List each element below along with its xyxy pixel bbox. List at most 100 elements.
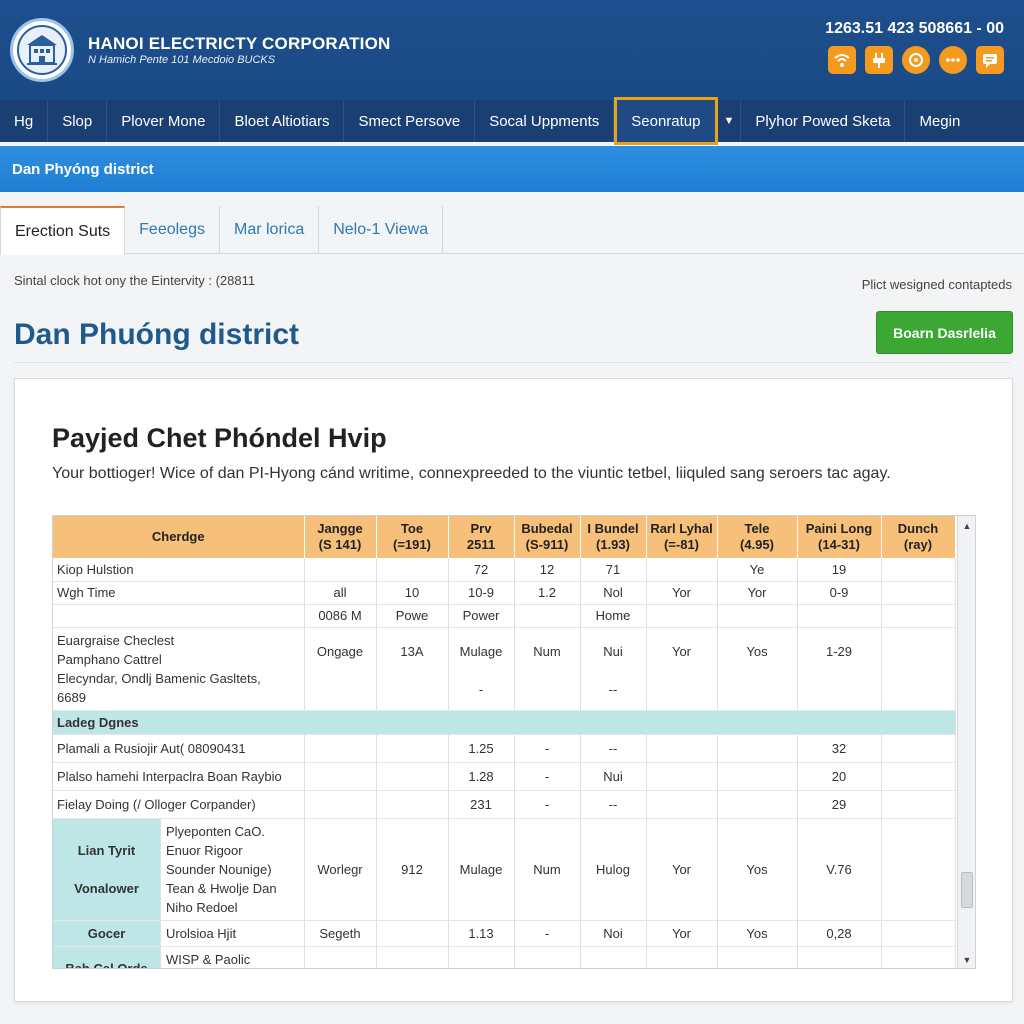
nav-item-plyhor-powed-sketa[interactable]: Plyhor Powed Sketa: [741, 100, 906, 142]
table-cell: 29: [797, 790, 882, 819]
data-table: Cherdge Jangge (S 141) Toe (=191) Prv 2511 B…: [53, 516, 956, 968]
table-cell: Segeth: [304, 920, 377, 947]
table-cell: Noi: [580, 920, 647, 947]
table-row[interactable]: Plalso hamehi Interpaclra Boan Raybio 1.2…: [53, 762, 956, 791]
table-cell: 1.28: [448, 762, 515, 791]
nav-item-seonratup[interactable]: Seonratup: [614, 97, 718, 145]
table-cell: 1.25: [448, 734, 515, 763]
table-cell: --: [580, 790, 647, 819]
data-table-container[interactable]: Cherdge Jangge (S 141) Toe (=191) Prv 2511 B…: [52, 515, 976, 969]
table-cell: Home: [580, 604, 647, 628]
tab-erection-suts[interactable]: Erection Suts: [0, 206, 126, 255]
table-cell: Bah Cal Orde WISP & Paolic Orapoementj: [53, 946, 305, 968]
table-cell: 231: [448, 790, 515, 819]
table-cell: 13A: [376, 627, 449, 711]
primary-action-button[interactable]: Boarn Dasrlelia: [876, 311, 1013, 354]
table-cell: [304, 762, 377, 791]
table-cell: 71: [580, 558, 647, 582]
table-cell: [881, 558, 956, 582]
nav-item-bloet[interactable]: Bloet Altiotiars: [220, 100, 345, 142]
tab-feeolegs[interactable]: Feeolegs: [125, 206, 220, 253]
content-card: Payjed Chet Phóndel Hvip Your bottioger!…: [14, 378, 1013, 1002]
table-cell: Yos: [717, 818, 798, 921]
table-cell: 32: [797, 734, 882, 763]
column-header: Bubedal (S-911): [514, 516, 581, 558]
wifi-icon[interactable]: [828, 46, 856, 74]
row-label: Plyeponten CaO. Enuor Rigoor Sounder Nou…: [166, 823, 277, 915]
table-cell: [881, 604, 956, 628]
card-description: Your bottioger! Wice of dan PI-Hyong cán…: [52, 465, 891, 482]
table-cell: Mulage -: [448, 627, 515, 711]
corporation-logo[interactable]: [10, 18, 74, 82]
nav-item-hg[interactable]: Hg: [0, 100, 49, 142]
tab-mar-lorica[interactable]: Mar lorica: [220, 206, 320, 253]
nav-item-megin[interactable]: Megin: [905, 100, 974, 142]
table-cell: -: [514, 734, 581, 763]
nav-item-plover-mone[interactable]: Plover Mone: [107, 100, 221, 142]
table-cell: Yor: [646, 627, 718, 711]
tab-nelo-viewa[interactable]: Nelo-1 Viewa: [319, 206, 444, 253]
table-cell: Gocer Urolsioa Hjit: [53, 920, 305, 947]
table-cell: [881, 734, 956, 763]
divider: [14, 362, 1010, 363]
table-cell: [646, 762, 718, 791]
table-cell: Euargraise Checlest Pamphano Cattrel Ele…: [53, 627, 305, 711]
column-header: Jangge (S 141): [304, 516, 377, 558]
table-cell: [881, 946, 956, 968]
table-row[interactable]: Wgh Time all 10 10-9 1.2 Nol Yor Yor 0-9: [53, 581, 956, 605]
table-row[interactable]: Lian Tyrit Vonalower Plyeponten CaO. Enuo…: [53, 818, 956, 921]
status-right: Plict wesigned contapteds: [861, 277, 1012, 292]
chat-icon[interactable]: [902, 46, 930, 74]
chevron-down-icon[interactable]: ▼: [718, 100, 742, 142]
scroll-up-icon[interactable]: ▲: [958, 518, 975, 534]
table-cell: all: [304, 581, 377, 605]
table-row[interactable]: Fielay Doing (/ Olloger Corpander) 231- --…: [53, 790, 956, 819]
group-label: Lian Tyrit Vonalower: [53, 818, 161, 920]
nav-item-smect-persove[interactable]: Smect Persove: [344, 100, 476, 142]
table-row[interactable]: Euargraise Checlest Pamphano Cattrel Ele…: [53, 627, 956, 711]
table-cell: -: [514, 790, 581, 819]
scroll-thumb[interactable]: [961, 872, 973, 908]
table-scrollbar[interactable]: ▲ ▼: [957, 516, 975, 968]
column-header: I Bundel (1.93): [580, 516, 647, 558]
table-cell: Powe: [376, 604, 449, 628]
table-cell: [881, 627, 956, 711]
table-cell: [376, 946, 449, 968]
table-row[interactable]: 0086 M Powe Power Home: [53, 604, 956, 628]
table-cell: [304, 790, 377, 819]
more-icon[interactable]: [939, 46, 967, 74]
message-icon[interactable]: [976, 46, 1004, 74]
table-header-row: Cherdge Jangge (S 141) Toe (=191) Prv 2511 B…: [53, 516, 956, 558]
table-cell: [376, 762, 449, 791]
table-cell: Yor: [646, 581, 718, 605]
column-header: Paini Long (14-31): [797, 516, 882, 558]
table-cell: Ye: [717, 558, 798, 582]
table-row[interactable]: Bah Cal Orde WISP & Paolic Orapoementj: [53, 946, 956, 968]
nav-item-slop[interactable]: Slop: [48, 100, 108, 142]
section-row[interactable]: Ladeg Dgnes: [53, 710, 956, 735]
main-nav: Hg Slop Plover Mone Bloet Altiotiars Sme…: [0, 97, 1024, 145]
column-header: Prv 2511: [448, 516, 515, 558]
table-row[interactable]: Kiop Hulstion 72 12 71 Ye 19: [53, 558, 956, 582]
table-cell: Plamali a Rusiojir Aut( 08090431: [53, 734, 305, 763]
table-cell: Yor: [717, 581, 798, 605]
table-cell: [881, 762, 956, 791]
scroll-down-icon[interactable]: ▼: [958, 952, 975, 968]
row-label: WISP & Paolic Orapoementj: [166, 951, 251, 967]
table-cell: [304, 946, 377, 968]
table-cell: [304, 558, 377, 582]
plug-icon[interactable]: [865, 46, 893, 74]
table-cell: Yor: [646, 818, 718, 921]
table-cell: 0-9: [797, 581, 882, 605]
table-cell: 1.13: [448, 920, 515, 947]
building-icon: [27, 35, 57, 65]
table-cell: [580, 946, 647, 968]
nav-item-socal-uppments[interactable]: Socal Uppments: [475, 100, 615, 142]
table-cell: [514, 946, 581, 968]
table-row[interactable]: Plamali a Rusiojir Aut( 08090431 1.25- -- 3…: [53, 734, 956, 763]
column-header: Dunch (ray): [881, 516, 956, 558]
table-row[interactable]: Gocer Urolsioa Hjit Segeth 1.13- Noi Yor Yos 0,…: [53, 920, 956, 947]
table-cell: [797, 946, 882, 968]
table-cell: 1-29: [797, 627, 882, 711]
table-cell: [881, 790, 956, 819]
